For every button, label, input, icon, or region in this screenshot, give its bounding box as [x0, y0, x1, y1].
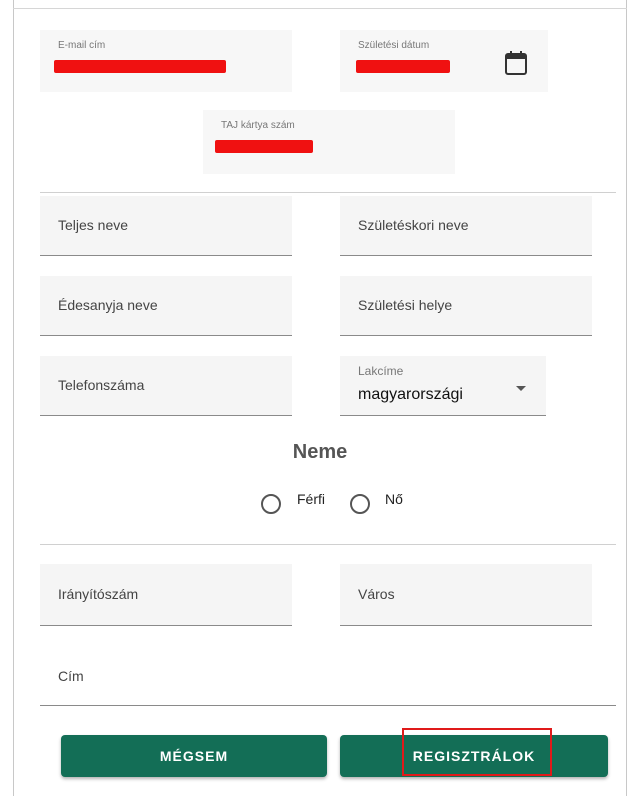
- birth-place-field[interactable]: Születési helye: [340, 276, 592, 336]
- redacted-birthdate: [356, 60, 450, 73]
- full-name-placeholder: Teljes neve: [58, 217, 129, 233]
- phone-placeholder: Telefonszáma: [58, 377, 145, 393]
- email-label: E-mail cím: [58, 40, 106, 51]
- taj-field: TAJ kártya szám: [203, 110, 455, 174]
- birthdate-label: Születési dátum: [358, 40, 430, 51]
- redacted-email: [54, 60, 226, 73]
- radio-female-label[interactable]: Nő: [385, 491, 403, 507]
- birthdate-field: Születési dátum: [340, 30, 548, 92]
- frame-top-edge: [13, 8, 627, 9]
- zip-placeholder: Irányítószám: [58, 586, 139, 602]
- frame-right-edge: [626, 0, 627, 796]
- city-placeholder: Város: [358, 586, 395, 602]
- address-type-label: Lakcíme: [358, 364, 404, 378]
- birth-name-placeholder: Születéskori neve: [358, 217, 469, 233]
- mother-name-field[interactable]: Édesanyja neve: [40, 276, 292, 336]
- frame-left-edge: [13, 0, 14, 796]
- redacted-taj: [215, 140, 313, 153]
- full-name-field[interactable]: Teljes neve: [40, 196, 292, 256]
- address-type-value: magyarországi: [358, 386, 463, 403]
- calendar-icon[interactable]: [504, 50, 528, 81]
- cancel-button[interactable]: MÉGSEM: [61, 735, 327, 777]
- birth-place-placeholder: Születési helye: [358, 297, 453, 313]
- radio-male-label[interactable]: Férfi: [297, 491, 325, 507]
- section-divider-bottom: [40, 544, 616, 545]
- dropdown-arrow-icon[interactable]: [516, 386, 526, 391]
- birth-name-field[interactable]: Születéskori neve: [340, 196, 592, 256]
- email-field: E-mail cím: [40, 30, 292, 92]
- taj-label: TAJ kártya szám: [221, 120, 295, 131]
- section-divider-top: [40, 192, 616, 193]
- gender-title: Neme: [292, 441, 348, 463]
- radio-female[interactable]: [350, 494, 370, 514]
- address-placeholder: Cím: [58, 668, 84, 684]
- zip-field[interactable]: Irányítószám: [40, 564, 292, 626]
- mother-name-placeholder: Édesanyja neve: [58, 297, 158, 313]
- city-field[interactable]: Város: [340, 564, 592, 626]
- register-highlight: [402, 728, 552, 776]
- radio-male[interactable]: [261, 494, 281, 514]
- address-type-select[interactable]: Lakcíme magyarországi: [340, 356, 546, 416]
- address-field[interactable]: Cím: [40, 646, 616, 706]
- phone-field[interactable]: Telefonszáma: [40, 356, 292, 416]
